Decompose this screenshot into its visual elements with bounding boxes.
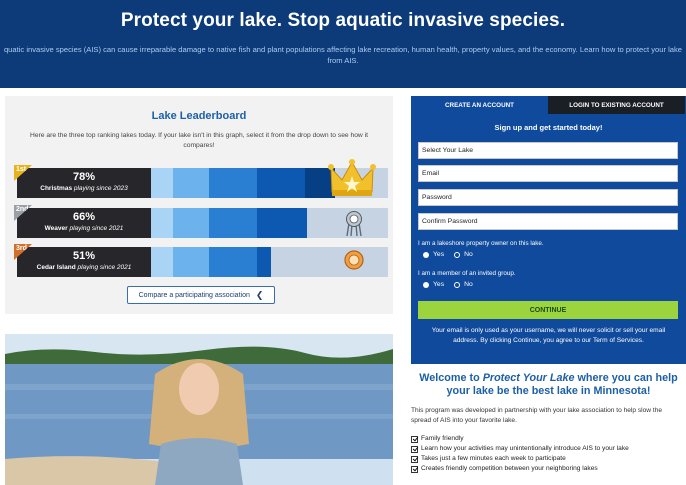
hero-photo <box>5 334 393 485</box>
leaderboard-title: Lake Leaderboard <box>151 110 247 122</box>
hero-title: Protect your lake. Stop aquatic invasive… <box>120 10 566 31</box>
radio-dot-icon <box>423 251 429 258</box>
tab-login[interactable]: LOGIN TO EXISTING ACCOUNT <box>548 96 685 114</box>
compare-label: Compare a participating association <box>138 291 250 299</box>
lake-leaderboard: Lake Leaderboard Here are the three top … <box>5 96 393 314</box>
owner-radio-group: Yes No <box>423 251 473 258</box>
signup-panel: CREATE AN ACCOUNT LOGIN TO EXISTING ACCO… <box>411 96 686 364</box>
signup-heading: Sign up and get started today! <box>494 123 603 132</box>
hero-banner: Protect your lake. Stop aquatic invasive… <box>0 0 686 88</box>
group-no-radio[interactable]: No <box>454 281 473 288</box>
chevron-down-icon: ❮ <box>255 289 264 300</box>
continue-button[interactable]: CONTINUE <box>418 301 678 319</box>
email-field[interactable]: Email <box>418 165 678 182</box>
silver-medal-icon <box>346 211 362 237</box>
lake-percent: 66% <box>72 211 96 223</box>
checkbox-icon <box>411 445 418 453</box>
lake-label: 66% Weaver playing since 2021 <box>17 208 151 238</box>
radio-dot-icon <box>423 281 429 288</box>
group-radio-group: Yes No <box>423 281 473 288</box>
list-item: Learn how your activities may unintentio… <box>411 444 686 454</box>
crown-icon <box>328 159 376 196</box>
feature-list: Family friendly Learn how your activitie… <box>411 434 686 474</box>
account-tabs: CREATE AN ACCOUNT LOGIN TO EXISTING ACCO… <box>411 96 686 114</box>
checkbox-icon <box>411 455 418 463</box>
lake-label: 78% Christmas playing since 2023 <box>17 168 151 198</box>
compare-association-dropdown[interactable]: Compare a participating association ❮ <box>127 286 275 304</box>
lake-percent: 51% <box>72 250 96 262</box>
divider <box>0 88 686 96</box>
radio-selected-icon <box>454 281 461 288</box>
checkbox-icon <box>411 435 418 443</box>
leaderboard-row-2: 66% Weaver playing since 2021 2nd <box>14 205 388 238</box>
welcome-section: Welcome to Protect Your Lake where you c… <box>411 372 686 474</box>
privacy-note: Your email is only used as your username… <box>431 327 666 344</box>
owner-yes-radio[interactable]: Yes <box>423 251 444 258</box>
owner-no-radio[interactable]: No <box>454 251 473 258</box>
lake-name: Christmas playing since 2023 <box>40 185 128 192</box>
welcome-description: This program was developed in partnershi… <box>411 407 663 424</box>
bronze-medal-icon <box>344 250 364 270</box>
lake-name: Weaver playing since 2021 <box>44 225 124 232</box>
lake-percent: 78% <box>72 171 96 183</box>
leaderboard-row-3: 51% Cedar Island playing since 2021 3rd <box>14 244 388 277</box>
welcome-title: Welcome to Protect Your Lake where you c… <box>419 372 678 397</box>
confirm-password-field[interactable]: Confirm Password <box>418 213 678 230</box>
list-item: Family friendly <box>411 434 686 444</box>
group-question: I am a member of an invited group. <box>418 270 516 277</box>
list-item: Creates friendly competition between you… <box>411 464 686 474</box>
hero-description: quatic invasive species (AIS) can cause … <box>3 45 683 65</box>
radio-selected-icon <box>454 251 461 258</box>
leaderboard-subtitle: Here are the three top ranking lakes tod… <box>30 132 368 149</box>
lake-name: Cedar Island playing since 2021 <box>36 264 132 271</box>
group-yes-radio[interactable]: Yes <box>423 281 444 288</box>
owner-question: I am a lakeshore property owner on this … <box>418 240 544 247</box>
lake-woman-photo <box>5 334 393 485</box>
leaderboard-row-1: 78% Christmas playing since 2023 1st <box>14 159 388 198</box>
tab-create-account[interactable]: CREATE AN ACCOUNT <box>411 96 548 114</box>
password-field[interactable]: Password <box>418 189 678 206</box>
checkbox-icon <box>411 465 418 473</box>
select-lake-field[interactable]: Select Your Lake <box>418 142 678 159</box>
list-item: Takes just a few minutes each week to pa… <box>411 454 686 464</box>
lake-label: 51% Cedar Island playing since 2021 <box>17 247 151 277</box>
